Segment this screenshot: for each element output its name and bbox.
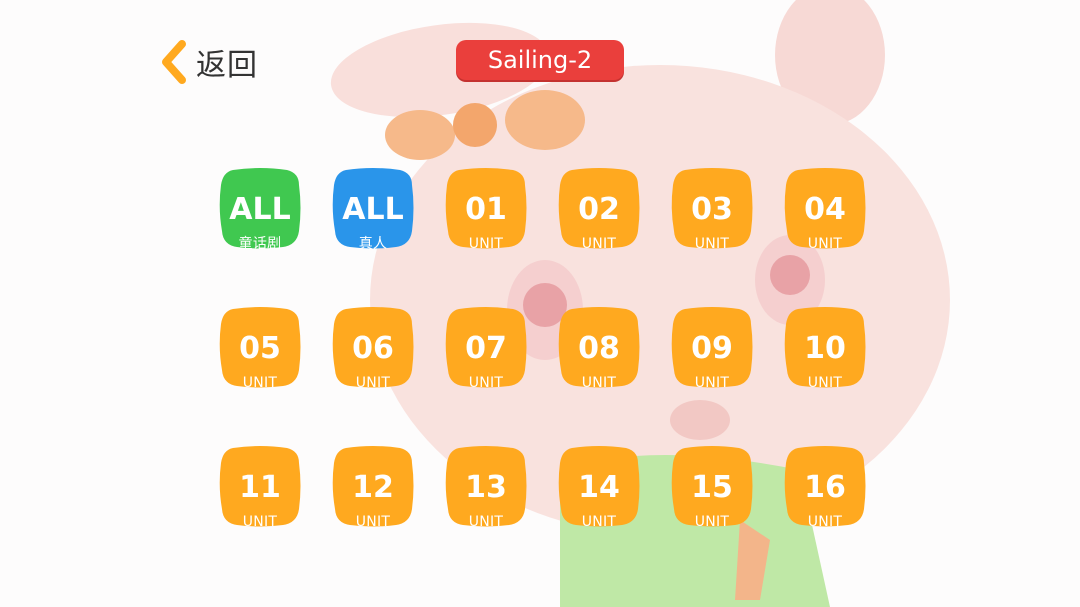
unit-grid: ALL 童话剧 ALL 真人 01 UNIT 02 UNIT 03 UNIT 04 UNIT 05 UNI… — [219, 168, 866, 530]
tile-label: 08 — [578, 331, 620, 366]
tile-label: 03 — [691, 192, 733, 227]
tile-label: 15 — [691, 470, 733, 505]
tile-label: 04 — [804, 192, 846, 227]
tile-sublabel: UNIT — [694, 236, 730, 252]
tile-label: 02 — [578, 192, 620, 227]
tile-label: 16 — [804, 470, 846, 505]
tile-label: ALL — [229, 192, 291, 227]
tile-label: 10 — [804, 331, 846, 366]
tile-sublabel: UNIT — [694, 514, 730, 530]
tile-sublabel: UNIT — [694, 375, 730, 391]
tile-sublabel: UNIT — [468, 236, 504, 252]
tile-sublabel: UNIT — [242, 514, 278, 530]
tile-sublabel: UNIT — [468, 375, 504, 391]
unit-tile[interactable]: 13 UNIT — [445, 446, 527, 530]
unit-tile[interactable]: 04 UNIT — [784, 168, 866, 252]
unit-tile[interactable]: 06 UNIT — [332, 307, 414, 391]
all-tile[interactable]: ALL 真人 — [332, 168, 414, 252]
tile-label: 14 — [578, 470, 620, 505]
unit-tile[interactable]: 01 UNIT — [445, 168, 527, 252]
unit-tile[interactable]: 11 UNIT — [219, 446, 301, 530]
unit-tile[interactable]: 15 UNIT — [671, 446, 753, 530]
tile-sublabel: UNIT — [355, 375, 391, 391]
unit-tile[interactable]: 08 UNIT — [558, 307, 640, 391]
chevron-left-icon — [162, 40, 186, 84]
unit-tile[interactable]: 03 UNIT — [671, 168, 753, 252]
unit-tile[interactable]: 12 UNIT — [332, 446, 414, 530]
unit-tile[interactable]: 14 UNIT — [558, 446, 640, 530]
tile-label: 12 — [352, 470, 394, 505]
tile-label: 06 — [352, 331, 394, 366]
tile-sublabel: UNIT — [468, 514, 504, 530]
unit-tile[interactable]: 10 UNIT — [784, 307, 866, 391]
tile-sublabel: 真人 — [358, 236, 388, 252]
tile-label: 11 — [239, 470, 281, 505]
tile-sublabel: UNIT — [581, 236, 617, 252]
unit-tile[interactable]: 07 UNIT — [445, 307, 527, 391]
tile-label: 13 — [465, 470, 507, 505]
unit-tile[interactable]: 02 UNIT — [558, 168, 640, 252]
tile-sublabel: 童话剧 — [238, 236, 282, 252]
back-label: 返回 — [196, 48, 258, 83]
unit-tile[interactable]: 09 UNIT — [671, 307, 753, 391]
tile-sublabel: UNIT — [807, 514, 843, 530]
tile-label: 09 — [691, 331, 733, 366]
unit-tile[interactable]: 05 UNIT — [219, 307, 301, 391]
tile-sublabel: UNIT — [242, 375, 278, 391]
tile-sublabel: UNIT — [581, 514, 617, 530]
tile-sublabel: UNIT — [581, 375, 617, 391]
page-title: Sailing-2 — [456, 40, 624, 80]
tile-label: 01 — [465, 192, 507, 227]
tile-label: ALL — [342, 192, 404, 227]
tile-sublabel: UNIT — [807, 236, 843, 252]
all-tile[interactable]: ALL 童话剧 — [219, 168, 301, 252]
tile-label: 07 — [465, 331, 507, 366]
unit-tile[interactable]: 16 UNIT — [784, 446, 866, 530]
tile-sublabel: UNIT — [807, 375, 843, 391]
tile-label: 05 — [239, 331, 281, 366]
back-button[interactable]: 返回 — [160, 38, 258, 86]
tile-sublabel: UNIT — [355, 514, 391, 530]
